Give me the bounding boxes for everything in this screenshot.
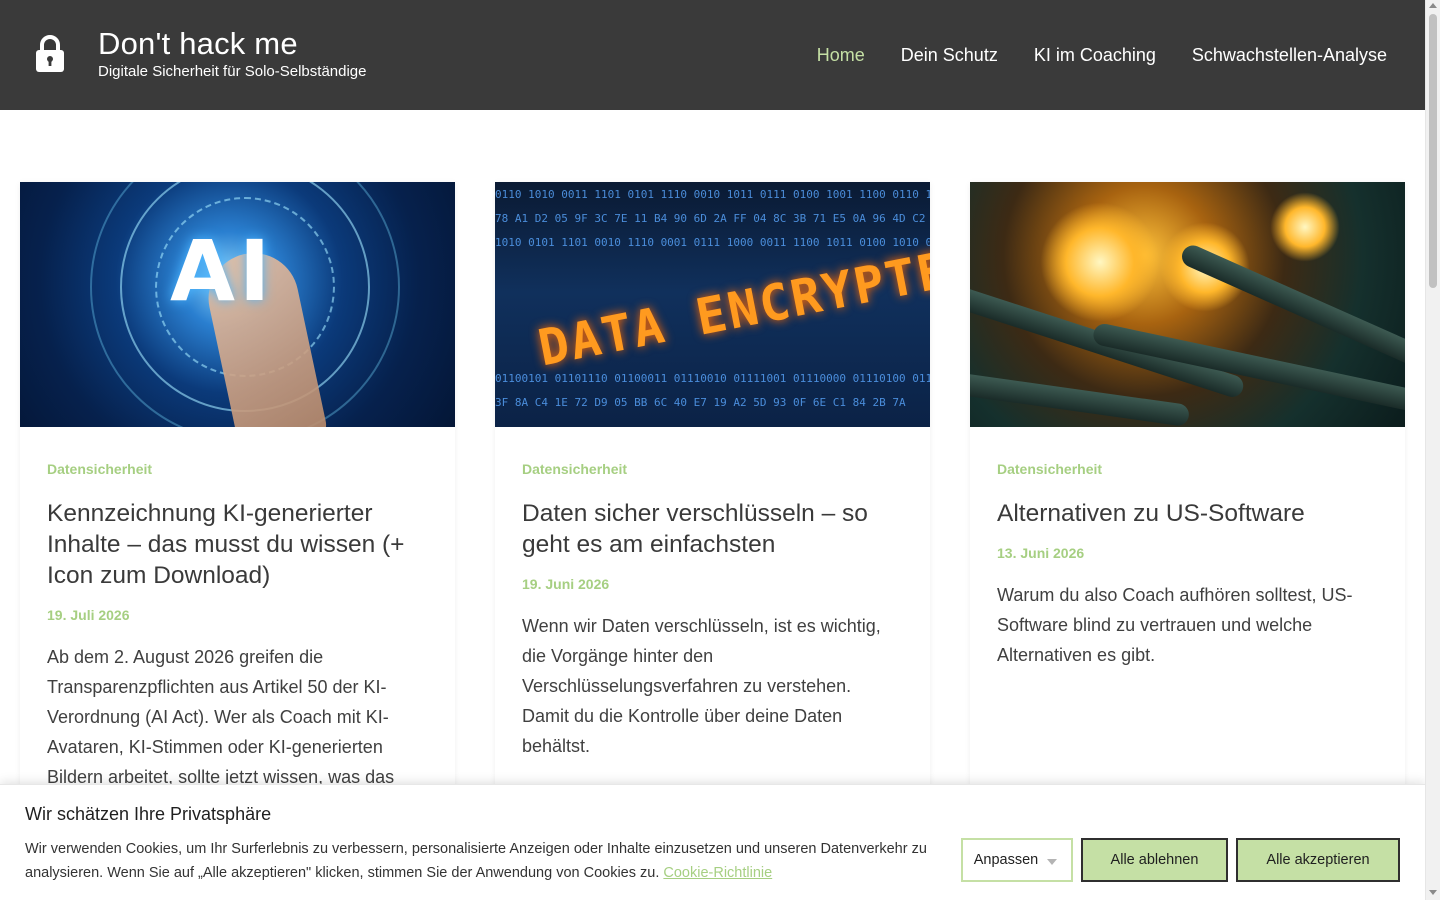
cookie-banner: Wir schätzen Ihre Privatsphäre Wir verwe… (0, 784, 1425, 900)
post-title[interactable]: Alternativen zu US-Software (997, 498, 1378, 529)
decor-bits: 1010 0101 1101 0010 1110 0001 0111 1000 … (495, 236, 930, 249)
post-category[interactable]: Datensicherheit (47, 461, 428, 477)
post-image-ai[interactable]: AI (20, 182, 455, 427)
post-title[interactable]: Daten sicher verschlüsseln – so geht es … (522, 498, 903, 560)
post-excerpt: Warum du also Coach aufhören solltest, U… (997, 585, 1353, 665)
scrollbar-thumb[interactable] (1429, 14, 1437, 288)
page-scrollbar[interactable] (1425, 0, 1440, 900)
post-image-network-cables[interactable] (970, 182, 1405, 427)
decor-glow (1040, 202, 1160, 322)
post-date: 19. Juni 2026 (522, 576, 610, 592)
brand: Don't hack me Digitale Sicherheit für So… (98, 26, 366, 80)
nav-item-schwachstellen-analyse[interactable]: Schwachstellen-Analyse (1192, 45, 1387, 66)
scroll-down-arrow-icon[interactable] (1429, 890, 1437, 895)
cookie-banner-text: Wir verwenden Cookies, um Ihr Surferlebn… (25, 837, 940, 885)
nav-item-ki-im-coaching[interactable]: KI im Coaching (1034, 45, 1156, 66)
accept-all-button[interactable]: Alle akzeptieren (1236, 838, 1400, 882)
site-header: Don't hack me Digitale Sicherheit für So… (0, 0, 1425, 110)
cookie-policy-link[interactable]: Cookie-Richtlinie (663, 865, 772, 881)
customize-button-label: Anpassen (973, 852, 1039, 868)
post-category[interactable]: Datensicherheit (522, 461, 903, 477)
decor-bits: 78 A1 D2 05 9F 3C 7E 11 B4 90 6D 2A FF 0… (495, 212, 926, 225)
post-image-data-encrypted[interactable]: 0110 1010 0011 1101 0101 1110 0010 1011 … (495, 182, 930, 427)
customize-button[interactable]: Anpassen (961, 838, 1073, 882)
lock-icon[interactable] (34, 34, 66, 74)
decor-bits: 0110 1010 0011 1101 0101 1110 0010 1011 … (495, 188, 930, 201)
image-ai-text: AI (170, 222, 275, 320)
reject-all-button[interactable]: Alle ablehnen (1081, 838, 1228, 882)
site-tagline: Digitale Sicherheit für Solo-Selbständig… (98, 63, 367, 80)
scroll-up-arrow-icon[interactable] (1429, 3, 1437, 8)
post-date: 19. Juli 2026 (47, 607, 130, 623)
decor-cable (970, 369, 1191, 427)
post-excerpt: Wenn wir Daten verschlüsseln, ist es wic… (522, 616, 881, 756)
caret-down-icon (1047, 859, 1057, 865)
cookie-banner-body: Wir verwenden Cookies, um Ihr Surferlebn… (25, 841, 927, 881)
main-nav: Home Dein Schutz KI im Coaching Schwachs… (817, 0, 1387, 110)
nav-item-dein-schutz[interactable]: Dein Schutz (901, 45, 998, 66)
post-category[interactable]: Datensicherheit (997, 461, 1378, 477)
post-excerpt: Ab dem 2. August 2026 greifen die Transp… (47, 647, 395, 787)
site-title[interactable]: Don't hack me (98, 26, 366, 62)
post-date: 13. Juni 2026 (997, 545, 1085, 561)
image-encrypted-text: DATA ENCRYPTED (533, 234, 930, 378)
post-title[interactable]: Kennzeichnung KI-generierter Inhalte – d… (47, 498, 428, 591)
decor-bits: 3F 8A C4 1E 72 D9 05 BB 6C 40 E7 19 A2 5… (495, 396, 906, 409)
cookie-banner-title: Wir schätzen Ihre Privatsphäre (25, 804, 272, 824)
decor-glow (1270, 192, 1340, 262)
nav-item-home[interactable]: Home (817, 45, 865, 66)
